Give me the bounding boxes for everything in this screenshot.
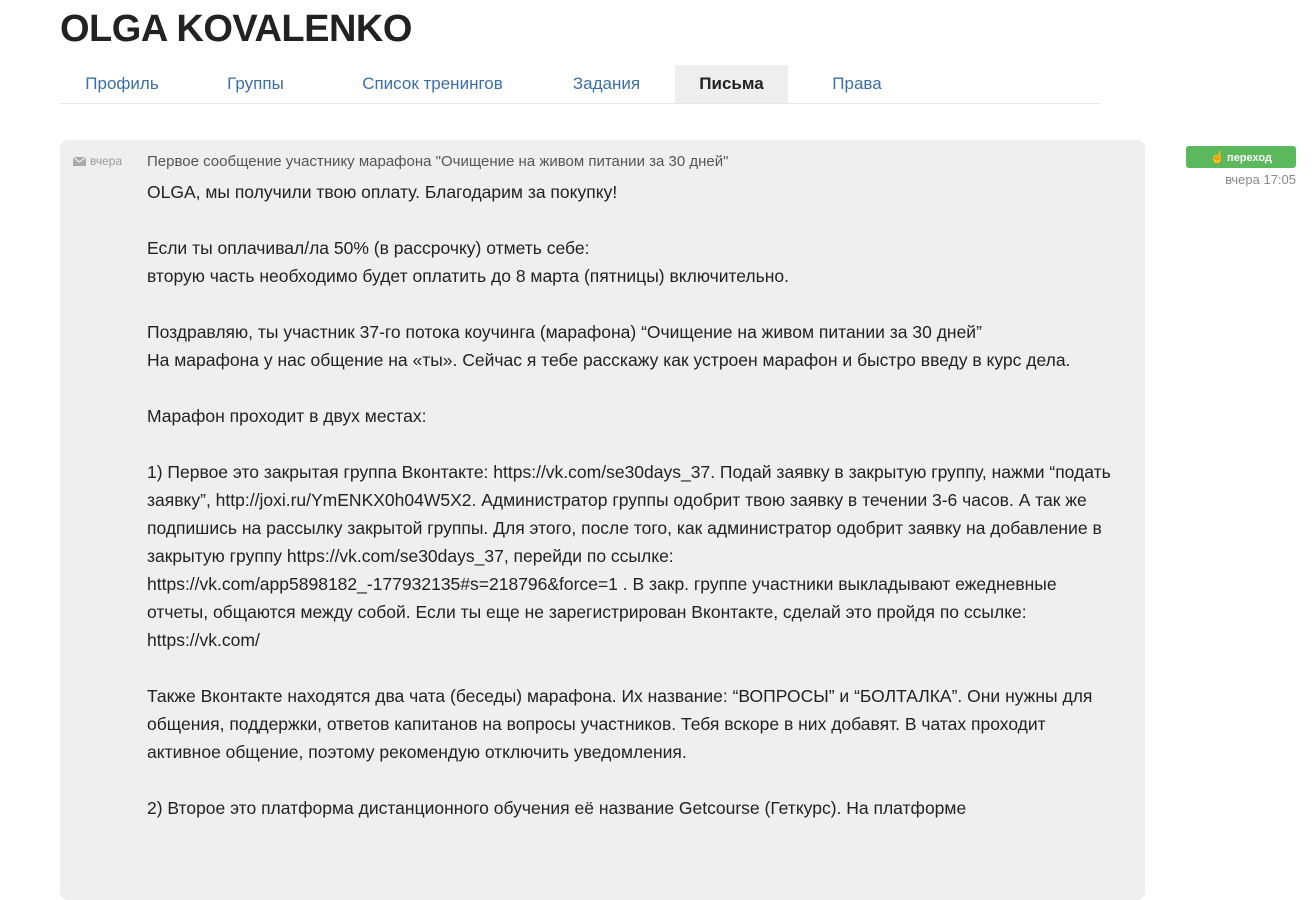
message-paragraph: 2) Второе это платформа дистанционного о…: [147, 798, 967, 818]
redirect-button-label: переход: [1227, 152, 1272, 164]
tab-rights[interactable]: Права: [788, 65, 926, 103]
message-paragraph: Поздравляю, ты участник 37-го потока коу…: [147, 322, 1071, 370]
tab-letters[interactable]: Письма: [675, 65, 788, 103]
tab-tasks[interactable]: Задания: [538, 65, 675, 103]
profile-tabs: Профиль Группы Список тренингов Задания …: [60, 65, 1100, 104]
redirect-button[interactable]: ☝ переход: [1186, 146, 1296, 168]
tab-profile[interactable]: Профиль: [60, 65, 184, 103]
message-side-panel: ☝ переход вчера 17:05: [1186, 146, 1296, 187]
pointing-hand-icon: ☝: [1210, 150, 1226, 164]
message-paragraph: Если ты оплачивал/ла 50% (в рассрочку) о…: [147, 238, 790, 286]
message-time: вчера: [90, 154, 123, 168]
message-meta: вчера: [73, 154, 122, 168]
message-paragraph: Марафон проходит в двух местах:: [147, 406, 427, 426]
tab-groups[interactable]: Группы: [184, 65, 327, 103]
message-subject: Первое сообщение участнику марафона "Очи…: [147, 153, 729, 170]
message-card: вчера Первое сообщение участнику марафон…: [60, 140, 1145, 900]
tab-trainings-list[interactable]: Список тренингов: [327, 65, 538, 103]
page-title: OLGA KOVALENKO: [60, 8, 412, 50]
message-timestamp: вчера 17:05: [1225, 172, 1296, 187]
envelope-icon: [73, 156, 86, 166]
message-paragraph: OLGA, мы получили твою оплату. Благодари…: [147, 182, 618, 202]
message-paragraph: Также Вконтакте находятся два чата (бесе…: [147, 686, 1093, 762]
message-body: OLGA, мы получили твою оплату. Благодари…: [147, 178, 1122, 850]
message-paragraph: 1) Первое это закрытая группа Вконтакте:…: [147, 462, 1111, 650]
